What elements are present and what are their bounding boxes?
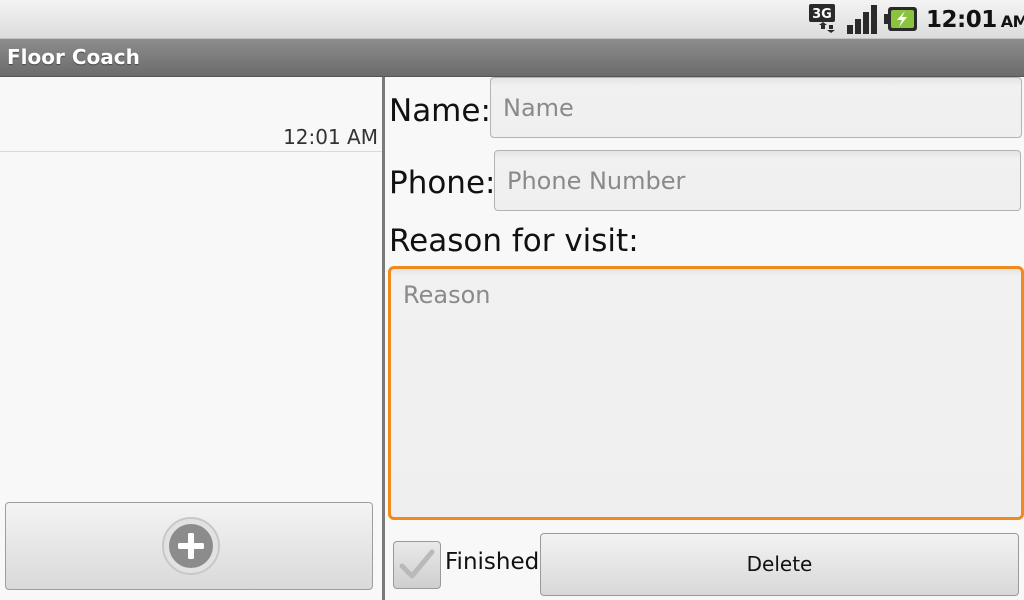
phone-label: Phone: [389, 165, 496, 201]
checkmark-icon [399, 549, 435, 579]
status-time: 12:01 [926, 7, 997, 33]
name-input[interactable] [490, 77, 1022, 138]
phone-input[interactable] [494, 150, 1021, 211]
reason-label: Reason for visit: [389, 223, 639, 259]
finished-label: Finished [445, 549, 540, 575]
signal-strength-icon [847, 5, 877, 34]
network-3g-icon: 3G [809, 4, 835, 33]
status-ampm: AM [1000, 12, 1024, 31]
plus-circle-icon [162, 517, 220, 575]
add-visit-button[interactable] [5, 502, 373, 590]
app-title: Floor Coach [7, 45, 140, 69]
finished-checkbox[interactable] [393, 541, 441, 589]
status-clock: 12:01 AM [926, 4, 1024, 36]
name-label: Name: [389, 93, 491, 129]
battery-charging-icon [884, 7, 917, 31]
title-bar: Floor Coach [0, 39, 1024, 77]
status-bar: 3G 12:01 AM [0, 0, 1024, 39]
list-item-time: 12:01 AM [283, 125, 378, 149]
list-item[interactable]: 12:01 AM [0, 77, 382, 152]
reason-textarea[interactable] [388, 266, 1024, 520]
visit-detail-pane: Name: Phone: Reason for visit: Finished … [385, 77, 1024, 600]
svg-text:3G: 3G [812, 7, 832, 22]
delete-button[interactable]: Delete [540, 533, 1019, 596]
visit-list-pane: 12:01 AM [0, 77, 382, 600]
